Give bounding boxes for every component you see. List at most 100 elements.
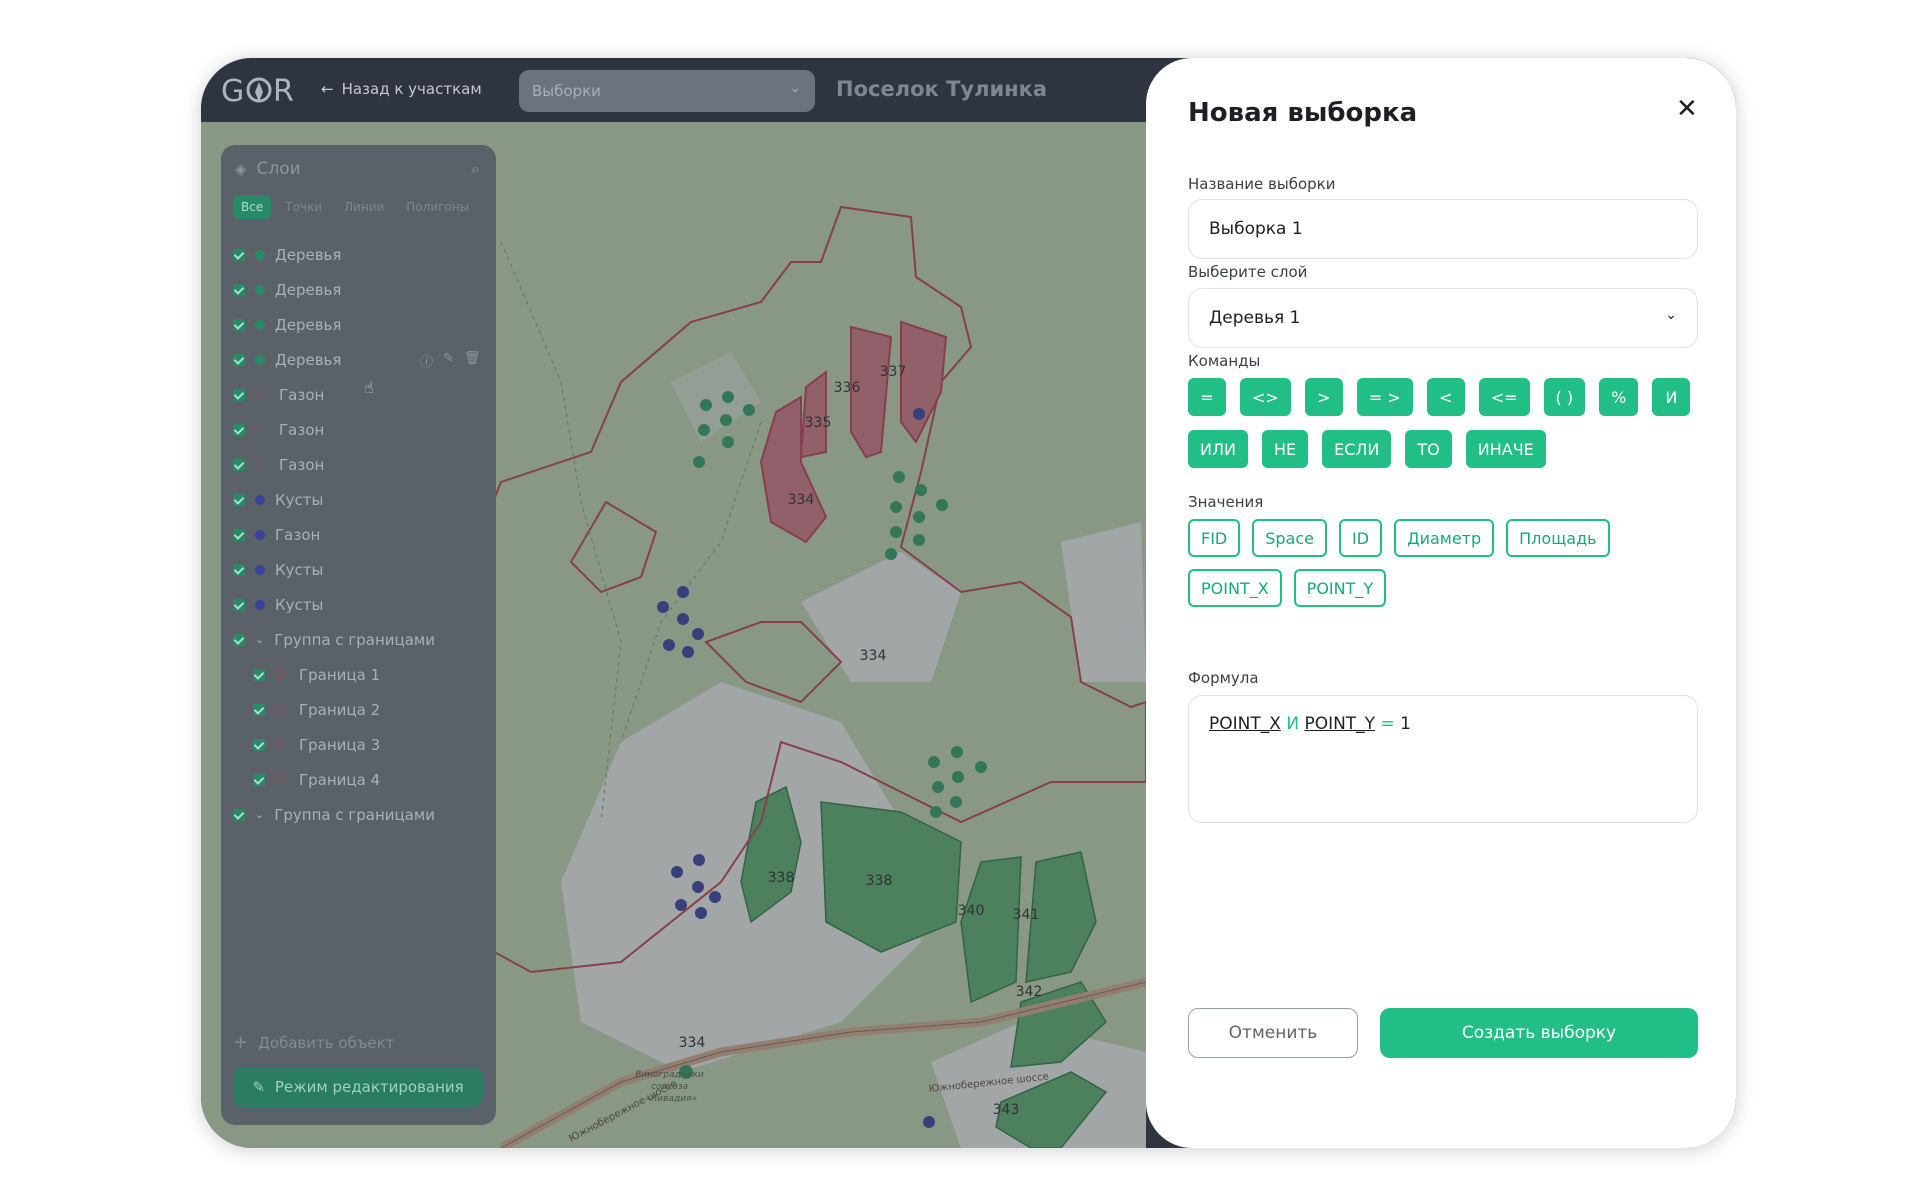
selection-name-input[interactable]: Выборка 1 <box>1188 199 1698 259</box>
layer-item[interactable]: Деревья <box>233 307 493 342</box>
layer-item[interactable]: ⟋ Газон <box>233 447 493 482</box>
layer-checkbox[interactable] <box>233 248 245 261</box>
value-space[interactable]: Space <box>1252 519 1328 557</box>
command-percent[interactable]: % <box>1599 378 1639 416</box>
layer-checkbox[interactable] <box>233 458 245 471</box>
layer-item[interactable]: ⬠ Граница 2 <box>233 692 493 727</box>
command-or[interactable]: ИЛИ <box>1188 430 1248 468</box>
layer-list: Деревья Деревья Деревья Деревья ⓘ ✎ 🗑 ⟋ Г… <box>233 237 493 832</box>
layer-item[interactable]: Деревья <box>233 272 493 307</box>
edit-icon[interactable]: ✎ <box>443 351 454 370</box>
command-parentheses[interactable]: ( ) <box>1543 378 1586 416</box>
value-id[interactable]: ID <box>1339 519 1383 557</box>
layer-checkbox[interactable] <box>233 808 245 821</box>
command-less[interactable]: < <box>1426 378 1465 416</box>
layer-checkbox[interactable] <box>233 598 245 611</box>
panel-title: Новая выборка <box>1188 98 1418 128</box>
chevron-down-icon[interactable]: ⌄ <box>255 808 264 821</box>
cancel-button[interactable]: Отменить <box>1188 1008 1358 1058</box>
command-then[interactable]: ТО <box>1405 430 1452 468</box>
value-diameter[interactable]: Диаметр <box>1394 519 1495 557</box>
selection-dropdown[interactable]: Выборки ⌄ <box>519 70 815 112</box>
layer-item[interactable]: ⟋ Газон <box>233 377 493 412</box>
layer-item[interactable]: ⬠ Граница 4 <box>233 762 493 797</box>
plus-icon: + <box>233 1032 249 1053</box>
command-not-equal[interactable]: <> <box>1240 378 1291 416</box>
layer-checkbox[interactable] <box>233 353 245 366</box>
formula-input[interactable]: POINT_X И POINT_Y = 1 <box>1188 695 1698 823</box>
value-point-x[interactable]: POINT_X <box>1188 569 1282 607</box>
filter-lines[interactable]: Линии <box>336 195 392 219</box>
layer-checkbox[interactable] <box>233 528 245 541</box>
layer-label: Деревья <box>275 280 342 299</box>
layer-checkbox[interactable] <box>253 738 265 751</box>
layer-label: Группа с границами <box>274 805 435 824</box>
map-view[interactable]: 337 336 335 334 334 338 338 340 341 342 … <box>201 122 1146 1148</box>
layer-item[interactable]: Кусты <box>233 482 493 517</box>
layer-item[interactable]: Деревья <box>233 237 493 272</box>
edit-mode-button[interactable]: ✎ Режим редактирования <box>233 1067 483 1107</box>
create-selection-button[interactable]: Создать выборку <box>1380 1008 1698 1058</box>
layer-checkbox[interactable] <box>253 668 265 681</box>
point-marker-icon <box>255 564 265 575</box>
command-greater[interactable]: > <box>1304 378 1343 416</box>
layer-item[interactable]: Деревья ⓘ ✎ 🗑 <box>233 342 493 377</box>
layers-header: ◈ Слои <box>235 159 301 179</box>
layer-item[interactable]: Кусты <box>233 587 493 622</box>
search-icon[interactable]: ⌕ <box>471 159 480 179</box>
layer-checkbox[interactable] <box>253 703 265 716</box>
layer-item[interactable]: ⬠ Граница 1 <box>233 657 493 692</box>
layer-select[interactable]: Деревья 1 ⌄ <box>1188 288 1698 348</box>
filter-points[interactable]: Точки <box>277 195 330 219</box>
trash-icon[interactable]: 🗑 <box>464 351 481 370</box>
layer-filters: Все Точки Линии Полигоны <box>233 195 477 219</box>
layer-checkbox[interactable] <box>253 773 265 786</box>
name-label: Название выборки <box>1188 175 1336 193</box>
layer-checkbox[interactable] <box>233 423 245 436</box>
layer-group[interactable]: ⌄ Группа с границами <box>233 797 493 832</box>
info-icon[interactable]: ⓘ <box>420 351 433 370</box>
formula-var: POINT_Y <box>1304 714 1376 734</box>
layer-checkbox[interactable] <box>233 633 245 646</box>
layer-label: Газон <box>279 420 325 439</box>
formula-text: POINT_X И POINT_Y = 1 <box>1209 714 1411 734</box>
formula-operator: И <box>1286 714 1300 734</box>
value-point-y[interactable]: POINT_Y <box>1293 569 1387 607</box>
layer-checkbox[interactable] <box>233 563 245 576</box>
layer-select-label: Выберите слой <box>1188 263 1308 281</box>
layer-checkbox[interactable] <box>233 388 245 401</box>
layer-checkbox[interactable] <box>233 493 245 506</box>
close-icon[interactable]: ✕ <box>1676 94 1698 124</box>
command-not[interactable]: НЕ <box>1261 430 1309 468</box>
command-and[interactable]: И <box>1652 378 1691 416</box>
layer-label: Газон <box>279 385 325 404</box>
new-selection-panel: Новая выборка ✕ Название выборки Выборка… <box>1146 58 1736 1148</box>
layers-panel: ◈ Слои ⌕ Все Точки Линии Полигоны Деревья… <box>221 145 496 1125</box>
filter-all[interactable]: Все <box>233 195 272 219</box>
add-object-button[interactable]: + Добавить объект <box>233 1032 394 1053</box>
value-buttons: FID Space ID Диаметр Площадь POINT_X POI… <box>1188 519 1708 607</box>
value-area[interactable]: Площадь <box>1506 519 1610 557</box>
layer-checkbox[interactable] <box>233 318 245 331</box>
layer-item[interactable]: ⟋ Газон <box>233 412 493 447</box>
layer-item[interactable]: ⬠ Граница 3 <box>233 727 493 762</box>
layer-group[interactable]: ⌄ Группа с границами <box>233 622 493 657</box>
filter-polygons[interactable]: Полигоны <box>398 195 477 219</box>
command-if[interactable]: ЕСЛИ <box>1322 430 1392 468</box>
layer-item[interactable]: Кусты <box>233 552 493 587</box>
chevron-down-icon[interactable]: ⌄ <box>255 633 264 646</box>
selection-dropdown-value: Выборки <box>532 82 601 100</box>
command-equals[interactable]: = <box>1188 378 1226 416</box>
command-else[interactable]: ИНАЧЕ <box>1465 430 1546 468</box>
line-marker-icon: ⟋ <box>255 421 265 437</box>
app-window: G R ← Назад к участкам Выборки ⌄ Поселок … <box>200 57 1737 1149</box>
value-fid[interactable]: FID <box>1188 519 1241 557</box>
command-greater-equal[interactable]: = > <box>1356 378 1413 416</box>
chevron-down-icon: ⌄ <box>789 80 801 96</box>
layer-item[interactable]: Газон <box>233 517 493 552</box>
command-less-equal[interactable]: <= <box>1478 378 1530 416</box>
layer-checkbox[interactable] <box>233 283 245 296</box>
line-marker-icon: ⟋ <box>255 456 265 472</box>
svg-text:G: G <box>221 74 244 109</box>
back-to-plots-link[interactable]: ← Назад к участкам <box>321 80 482 98</box>
